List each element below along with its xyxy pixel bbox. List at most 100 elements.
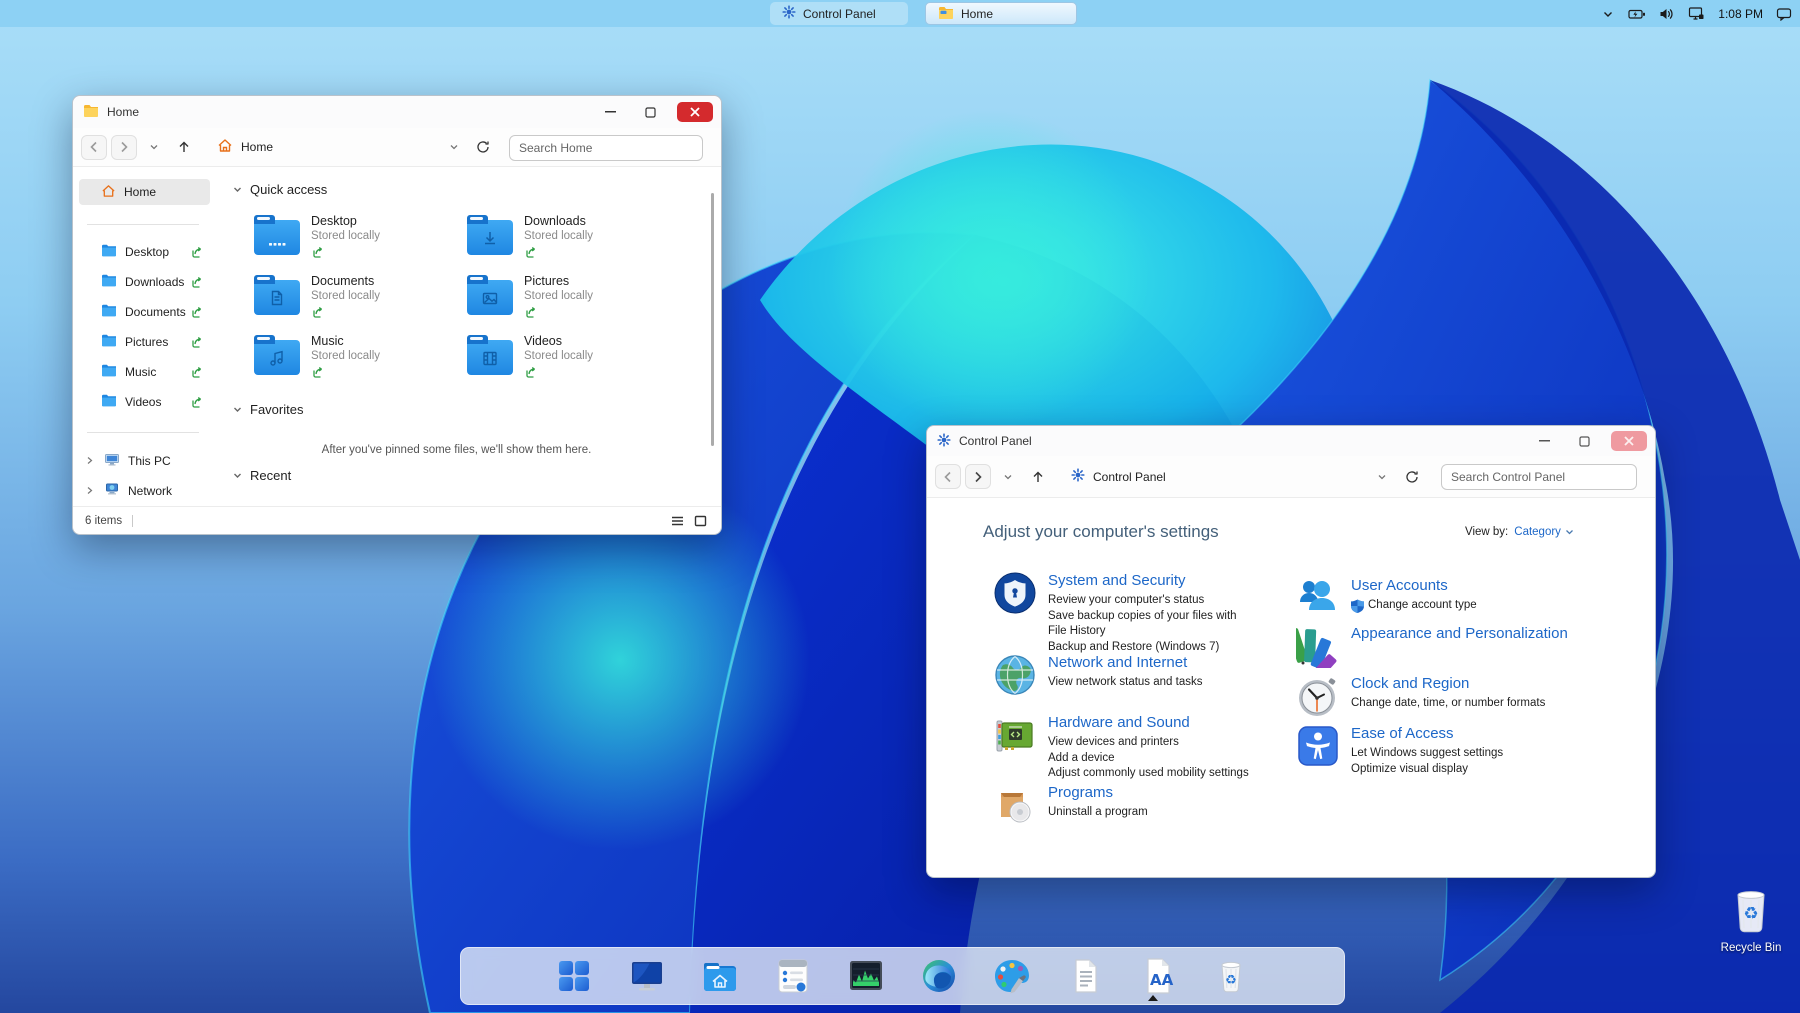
- clock-region-icon[interactable]: [1296, 674, 1340, 718]
- share-icon[interactable]: [190, 275, 204, 292]
- address-chevron-icon[interactable]: [441, 135, 467, 160]
- share-icon[interactable]: [524, 248, 538, 262]
- address-chevron-icon[interactable]: [1369, 464, 1395, 489]
- close-button[interactable]: [677, 102, 713, 122]
- forward-button[interactable]: [111, 135, 137, 160]
- sidebar-item-videos[interactable]: Videos: [79, 389, 210, 415]
- category-link[interactable]: Uninstall a program: [1048, 805, 1256, 821]
- category-title[interactable]: System and Security: [1048, 571, 1256, 590]
- quick-item-videos[interactable]: Videos Stored locally: [467, 334, 672, 382]
- share-icon[interactable]: [190, 245, 204, 262]
- view-by-dropdown[interactable]: Category: [1514, 526, 1574, 538]
- system-security-icon[interactable]: [993, 571, 1037, 615]
- tab-control-panel[interactable]: Control Panel: [770, 2, 908, 25]
- share-icon[interactable]: [190, 335, 204, 352]
- network-internet-icon[interactable]: [993, 653, 1037, 697]
- chevron-right-icon[interactable]: [85, 454, 94, 468]
- software-settings-icon[interactable]: [771, 954, 815, 998]
- history-chevron-icon[interactable]: [141, 135, 167, 160]
- category-link[interactable]: Review your computer's status: [1048, 593, 1256, 609]
- forward-button[interactable]: [965, 464, 991, 489]
- thumbnail-view-icon[interactable]: [694, 515, 707, 527]
- category-link[interactable]: Change date, time, or number formats: [1351, 696, 1571, 712]
- search-input[interactable]: [1441, 464, 1637, 490]
- refresh-button[interactable]: [1399, 464, 1425, 489]
- paint-icon[interactable]: [990, 954, 1034, 998]
- minimize-button[interactable]: [597, 102, 623, 122]
- category-link[interactable]: Change account type: [1351, 598, 1559, 614]
- notifications-icon[interactable]: [1776, 7, 1792, 21]
- share-icon[interactable]: [524, 368, 538, 382]
- sidebar-item-desktop[interactable]: Desktop: [79, 239, 210, 265]
- breadcrumb[interactable]: Home: [217, 138, 273, 156]
- category-link[interactable]: Optimize visual display: [1351, 762, 1559, 778]
- up-button[interactable]: [171, 135, 197, 160]
- system-monitor-icon[interactable]: [844, 954, 888, 998]
- share-icon[interactable]: [311, 248, 325, 262]
- sidebar-item-home[interactable]: Home: [79, 179, 210, 205]
- section-recent[interactable]: Recent: [233, 468, 291, 483]
- quick-item-music[interactable]: Music Stored locally: [254, 334, 459, 382]
- tray-expand-chevron-icon[interactable]: [1601, 7, 1615, 21]
- tab-home[interactable]: Home: [925, 2, 1077, 25]
- category-title[interactable]: Ease of Access: [1351, 724, 1559, 743]
- category-link[interactable]: Save backup copies of your files with Fi…: [1048, 609, 1240, 640]
- quick-item-desktop[interactable]: Desktop Stored locally: [254, 214, 459, 262]
- back-button[interactable]: [935, 464, 961, 489]
- category-title[interactable]: Clock and Region: [1351, 674, 1559, 693]
- sidebar-item-this-pc[interactable]: This PC: [79, 448, 210, 474]
- section-quick-access[interactable]: Quick access: [233, 182, 327, 197]
- quick-item-downloads[interactable]: Downloads Stored locally: [467, 214, 672, 262]
- category-title[interactable]: Hardware and Sound: [1048, 713, 1256, 732]
- category-link[interactable]: Add a device: [1048, 751, 1256, 767]
- category-title[interactable]: Network and Internet: [1048, 653, 1256, 672]
- share-icon[interactable]: [190, 305, 204, 322]
- scrollbar[interactable]: [711, 193, 714, 446]
- wordpad-icon[interactable]: AA: [1136, 954, 1180, 998]
- network-display-icon[interactable]: [1688, 6, 1705, 21]
- category-link[interactable]: View network status and tasks: [1048, 675, 1256, 691]
- document-icon[interactable]: [1063, 954, 1107, 998]
- category-link[interactable]: Let Windows suggest settings: [1351, 746, 1559, 762]
- clock[interactable]: 1:08 PM: [1718, 7, 1763, 21]
- trash-icon[interactable]: ♻: [1209, 954, 1253, 998]
- control-panel-titlebar[interactable]: Control Panel: [927, 426, 1655, 456]
- sidebar-item-network[interactable]: Network: [79, 478, 210, 504]
- share-icon[interactable]: [190, 365, 204, 382]
- start-button[interactable]: [552, 954, 596, 998]
- chevron-right-icon[interactable]: [85, 484, 94, 498]
- category-link[interactable]: View devices and printers: [1048, 735, 1256, 751]
- breadcrumb[interactable]: Control Panel: [1071, 468, 1166, 485]
- close-button[interactable]: [1611, 431, 1647, 451]
- back-button[interactable]: [81, 135, 107, 160]
- share-icon[interactable]: [524, 308, 538, 322]
- quick-item-pictures[interactable]: Pictures Stored locally: [467, 274, 672, 322]
- sidebar-item-music[interactable]: Music: [79, 359, 210, 385]
- battery-icon[interactable]: [1628, 7, 1646, 21]
- appearance-personalization-icon[interactable]: [1296, 624, 1340, 668]
- maximize-button[interactable]: [637, 102, 663, 122]
- show-desktop-icon[interactable]: [625, 954, 669, 998]
- details-view-icon[interactable]: [671, 515, 684, 527]
- category-link[interactable]: Adjust commonly used mobility settings: [1048, 766, 1256, 782]
- explorer-titlebar[interactable]: Home: [73, 96, 721, 128]
- minimize-button[interactable]: [1531, 431, 1557, 451]
- file-explorer-icon[interactable]: [698, 954, 742, 998]
- history-chevron-icon[interactable]: [995, 464, 1021, 489]
- refresh-button[interactable]: [470, 135, 496, 160]
- quick-item-documents[interactable]: Documents Stored locally: [254, 274, 459, 322]
- sidebar-item-documents[interactable]: Documents: [79, 299, 210, 325]
- search-input[interactable]: [509, 135, 703, 161]
- up-button[interactable]: [1025, 464, 1051, 489]
- share-icon[interactable]: [311, 308, 325, 322]
- hardware-sound-icon[interactable]: [993, 713, 1037, 757]
- recycle-bin-desktop-icon[interactable]: ♻ Recycle Bin: [1716, 886, 1786, 954]
- category-title[interactable]: Appearance and Personalization: [1351, 624, 1581, 643]
- category-title[interactable]: User Accounts: [1351, 576, 1559, 595]
- volume-icon[interactable]: [1659, 7, 1675, 21]
- programs-icon[interactable]: [993, 783, 1037, 827]
- ease-of-access-icon[interactable]: [1296, 724, 1340, 768]
- maximize-button[interactable]: [1571, 431, 1597, 451]
- section-favorites[interactable]: Favorites: [233, 402, 303, 417]
- user-accounts-icon[interactable]: [1296, 576, 1340, 620]
